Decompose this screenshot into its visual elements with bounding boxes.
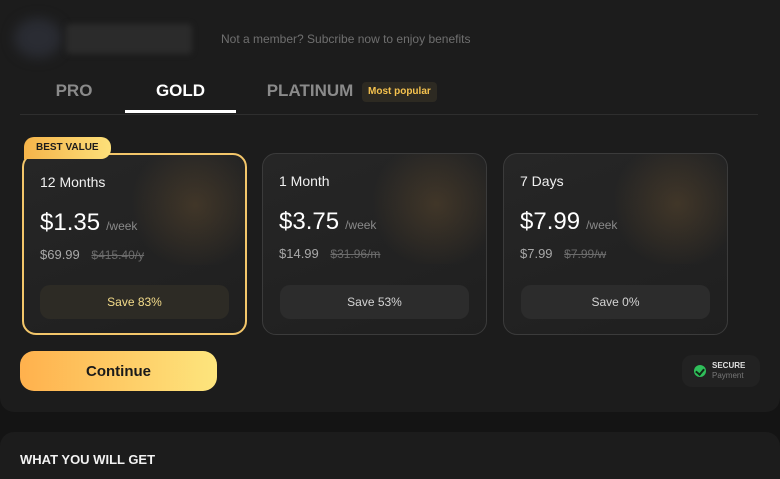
plan-name: 12 Months bbox=[40, 174, 106, 190]
price-unit: /week bbox=[345, 218, 377, 232]
save-badge: Save 83% bbox=[40, 285, 229, 319]
save-badge: Save 0% bbox=[521, 285, 710, 319]
save-badge: Save 53% bbox=[280, 285, 469, 319]
plan-total: $69.99 bbox=[40, 247, 80, 262]
plan-card-7-days[interactable]: 7 Days $7.99 /week $7.99 $7.99/w Save 0% bbox=[503, 153, 728, 335]
plan-card-12-months[interactable]: 12 Months $1.35 /week $69.99 $415.40/y S… bbox=[22, 153, 247, 335]
plan-price: $7.99 bbox=[520, 208, 581, 235]
price-unit: /week bbox=[106, 219, 138, 233]
tab-gold[interactable]: GOLD bbox=[125, 70, 236, 112]
plan-original-price: $415.40/y bbox=[91, 248, 145, 262]
plan-name: 7 Days bbox=[520, 173, 564, 189]
active-tab-indicator bbox=[125, 110, 236, 113]
tab-pro[interactable]: PRO bbox=[38, 70, 110, 112]
benefits-title: WHAT YOU WILL GET bbox=[20, 452, 156, 467]
shield-check-icon bbox=[694, 365, 706, 377]
benefits-section: WHAT YOU WILL GET bbox=[0, 432, 780, 479]
username-blurred bbox=[66, 24, 192, 54]
plan-original-price: $31.96/m bbox=[330, 247, 381, 261]
plan-price: $1.35 bbox=[40, 209, 101, 236]
most-popular-badge: Most popular bbox=[362, 82, 437, 102]
member-prompt-text: Not a member? Subcribe now to enjoy bene… bbox=[221, 32, 471, 46]
payment-label: Payment bbox=[712, 371, 744, 380]
subscription-panel: Not a member? Subcribe now to enjoy bene… bbox=[0, 0, 780, 412]
plan-total: $14.99 bbox=[279, 246, 319, 261]
secure-payment-badge: SECURE Payment bbox=[682, 355, 760, 387]
continue-button[interactable]: Continue bbox=[20, 351, 217, 391]
plan-price: $3.75 bbox=[279, 208, 340, 235]
plan-name: 1 Month bbox=[279, 173, 330, 189]
plan-total: $7.99 bbox=[520, 246, 553, 261]
tab-platinum[interactable]: PLATINUM bbox=[260, 70, 360, 112]
avatar bbox=[14, 18, 62, 58]
secure-label: SECURE bbox=[712, 361, 746, 370]
price-unit: /week bbox=[586, 218, 618, 232]
plan-card-1-month[interactable]: 1 Month $3.75 /week $14.99 $31.96/m Save… bbox=[262, 153, 487, 335]
best-value-badge: BEST VALUE bbox=[24, 137, 111, 159]
plan-original-price: $7.99/w bbox=[564, 247, 607, 261]
